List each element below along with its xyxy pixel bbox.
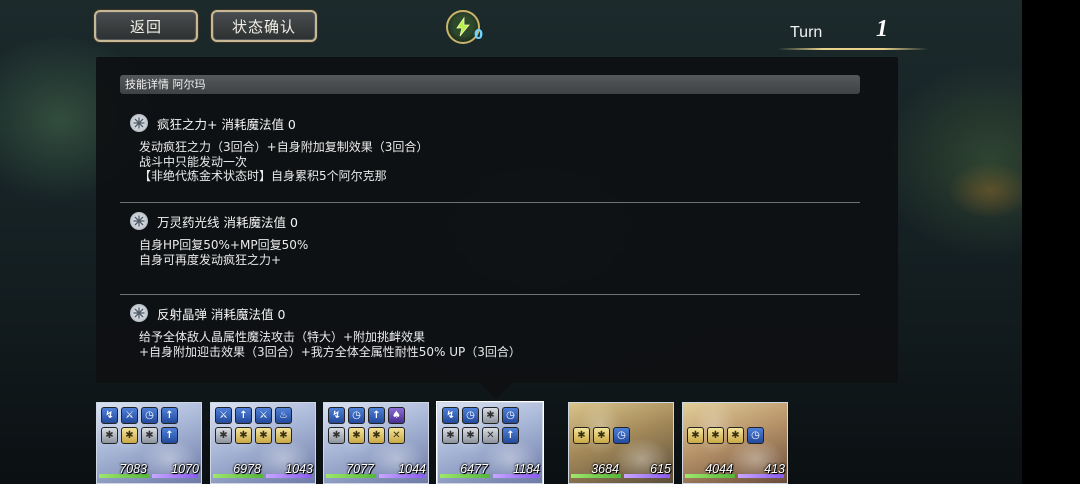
turn-indicator: Turn 1: [778, 14, 928, 50]
buff-icon: ✱: [707, 427, 724, 444]
panel-pointer-arrow: [480, 383, 512, 399]
party-card-5[interactable]: ✱ ✱ ◷ 3684 615: [568, 402, 674, 484]
skill-name: 疯狂之力+ 消耗魔法值 0: [157, 116, 296, 132]
snowflake-skill-icon: [130, 212, 148, 230]
party-card-6[interactable]: ✱ ✱ ✱ ◷ 4044 413: [682, 402, 788, 484]
buff-icon: ✱: [348, 427, 365, 444]
buff-icon: ✱: [462, 427, 479, 444]
buff-icon: ✱: [368, 427, 385, 444]
back-button[interactable]: 返回: [94, 10, 198, 42]
turn-number: 1: [876, 16, 888, 42]
buff-icon: ↑: [235, 407, 252, 424]
snowflake-skill-icon: [130, 304, 148, 322]
skill-name: 反射晶弹 消耗魔法值 0: [157, 306, 286, 322]
mp-value: 1184: [513, 462, 540, 476]
buff-icon: ✱: [235, 427, 252, 444]
hp-value: 6477: [460, 462, 488, 476]
party-bar: ↯ ⚔ ◷ ↑ ✱ ✱ ✱ ↑ 7083 1070 ⚔ ↑ ⚔ ♨ ✱ ✱ ✱ …: [0, 402, 1080, 484]
buff-icon: ✱: [573, 427, 590, 444]
turn-label: Turn: [790, 24, 823, 41]
buff-icon: ⚔: [255, 407, 272, 424]
buff-icon: ◷: [462, 407, 479, 424]
buff-icon: ↑: [161, 427, 178, 444]
turn-underline: [778, 48, 928, 50]
skill-description: 给予全体敌人晶属性魔法攻击（特大）+附加挑衅效果 +自身附加迎击效果（3回合）+…: [139, 330, 521, 359]
buff-icon: ✱: [482, 407, 499, 424]
buff-icon: ✕: [482, 427, 499, 444]
party-card-2[interactable]: ⚔ ↑ ⚔ ♨ ✱ ✱ ✱ ✱ 6978 1043: [210, 402, 316, 484]
skill-description: 发动疯狂之力（3回合）+自身附加复制效果（3回合） 战斗中只能发动一次 【非绝代…: [139, 140, 429, 183]
buff-icon: ✱: [141, 427, 158, 444]
skill-description: 自身HP回复50%+MP回复50% 自身可再度发动疯狂之力+: [139, 238, 309, 267]
mp-value: 1043: [285, 462, 313, 476]
buff-icon: ↯: [328, 407, 345, 424]
buff-icon: ✱: [101, 427, 118, 444]
status-confirm-button[interactable]: 状态确认: [211, 10, 317, 42]
buff-icon: ↯: [101, 407, 118, 424]
buff-icon: ✱: [255, 427, 272, 444]
buff-icon: ♨: [275, 407, 292, 424]
buff-icon: ✕: [388, 427, 405, 444]
skill-name: 万灵药光线 消耗魔法值 0: [157, 214, 298, 230]
hp-value: 7077: [346, 462, 374, 476]
buff-icon: ⚔: [121, 407, 138, 424]
buff-icon: ↑: [368, 407, 385, 424]
buff-icon: ↯: [442, 407, 459, 424]
hp-value: 4044: [705, 462, 733, 476]
buff-icon: ✱: [442, 427, 459, 444]
buff-icon: ◷: [348, 407, 365, 424]
buff-icon: ⚔: [215, 407, 232, 424]
mp-value: 1070: [171, 462, 199, 476]
hp-value: 3684: [591, 462, 619, 476]
buff-icon: ♠: [388, 407, 405, 424]
buff-icon: ◷: [747, 427, 764, 444]
hp-value: 6978: [233, 462, 261, 476]
buff-icon: ✱: [121, 427, 138, 444]
skill-detail-panel: 技能详情 阿尔玛 疯狂之力+ 消耗魔法值 0 发动疯狂之力（3回合）+自身附加复…: [96, 57, 898, 383]
hp-value: 7083: [119, 462, 147, 476]
skill-item: 反射晶弹 消耗魔法值 0 给予全体敌人晶属性魔法攻击（特大）+附加挑衅效果 +自…: [120, 295, 860, 363]
buff-icon: ◷: [502, 407, 519, 424]
party-card-1[interactable]: ↯ ⚔ ◷ ↑ ✱ ✱ ✱ ↑ 7083 1070: [96, 402, 202, 484]
mp-value: 413: [764, 462, 785, 476]
buff-icon: ✱: [275, 427, 292, 444]
mp-value: 1044: [398, 462, 426, 476]
buff-icon: ✱: [328, 427, 345, 444]
snowflake-skill-icon: [130, 114, 148, 132]
panel-title: 技能详情 阿尔玛: [120, 75, 860, 94]
buff-icon: ✱: [687, 427, 704, 444]
buff-icon: ◷: [141, 407, 158, 424]
party-card-4[interactable]: ↯ ◷ ✱ ◷ ✱ ✱ ✕ ↑ 6477 1184: [437, 402, 543, 484]
buff-icon: ✱: [593, 427, 610, 444]
skill-list[interactable]: 疯狂之力+ 消耗魔法值 0 发动疯狂之力（3回合）+自身附加复制效果（3回合） …: [120, 105, 860, 363]
buff-icon: ✱: [215, 427, 232, 444]
energy-count: 0: [474, 28, 484, 43]
mp-value: 615: [650, 462, 671, 476]
buff-icon: ↑: [502, 427, 519, 444]
skill-item: 万灵药光线 消耗魔法值 0 自身HP回复50%+MP回复50% 自身可再度发动疯…: [120, 203, 860, 295]
buff-icon: ◷: [613, 427, 630, 444]
party-card-3[interactable]: ↯ ◷ ↑ ♠ ✱ ✱ ✱ ✕ 7077 1044: [323, 402, 429, 484]
buff-icon: ↑: [161, 407, 178, 424]
buff-icon: ✱: [727, 427, 744, 444]
skill-item: 疯狂之力+ 消耗魔法值 0 发动疯狂之力（3回合）+自身附加复制效果（3回合） …: [120, 105, 860, 203]
